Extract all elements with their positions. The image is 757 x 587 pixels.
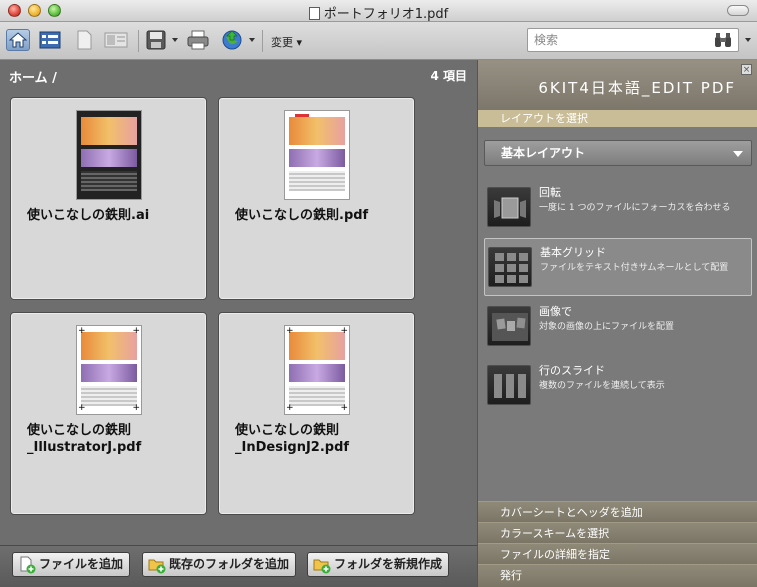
- option-name: 行のスライド: [539, 364, 605, 377]
- new-folder-icon: [313, 559, 331, 574]
- panel-section-label: レイアウトを選択: [478, 110, 757, 127]
- file-card[interactable]: + + + + 使いこなしの鉄則 _IllustratorJ.pdf: [10, 312, 207, 515]
- file-card[interactable]: 使いこなしの鉄則.pdf: [218, 97, 415, 300]
- change-menu-label: 変更: [271, 36, 293, 49]
- home-button[interactable]: [6, 29, 30, 51]
- binoculars-icon[interactable]: [714, 32, 732, 48]
- add-file-button[interactable]: ファイルを追加: [12, 552, 131, 577]
- title-bar: ポートフォリオ1.pdf: [0, 0, 757, 22]
- toolbar-toggle-button[interactable]: [727, 5, 749, 16]
- close-panel-button[interactable]: ×: [741, 64, 752, 75]
- add-existing-folder-button[interactable]: 既存のフォルダを追加: [142, 552, 297, 577]
- change-menu[interactable]: 変更 ▾: [271, 34, 302, 50]
- bottom-bar: ファイルを追加 既存のフォルダを追加 フォルダを新規作成: [0, 545, 477, 587]
- print-icon: [187, 30, 209, 50]
- layout-option-basic-grid[interactable]: 基本グリッド ファイルをテキスト付きサムネールとして配置: [484, 238, 752, 296]
- option-description: 複数のファイルを連続して表示: [539, 381, 665, 391]
- file-card[interactable]: + + + + 使いこなしの鉄則 _InDesignJ2.pdf: [218, 312, 415, 515]
- share-globe-icon: [222, 30, 242, 50]
- layout-option-rotate[interactable]: 回転 一度に 1 つのファイルにフォーカスを合わせる: [484, 179, 752, 237]
- toolbar: 変更 ▾: [0, 22, 757, 60]
- create-folder-label: フォルダを新規作成: [334, 557, 443, 571]
- save-icon: [146, 30, 166, 50]
- file-thumbnail: [284, 110, 350, 200]
- option-name: 基本グリッド: [540, 246, 606, 259]
- layout-select-value: 基本レイアウト: [501, 146, 586, 160]
- file-name: 使いこなしの鉄則 _IllustratorJ.pdf: [27, 423, 142, 455]
- item-count: 4 項目: [430, 69, 467, 83]
- option-description: ファイルをテキスト付きサムネールとして配置: [540, 263, 729, 273]
- window-title-area: ポートフォリオ1.pdf: [0, 3, 757, 22]
- step-add-cover-header[interactable]: カバーシートとヘッダを追加: [478, 501, 757, 522]
- option-name: 画像で: [539, 305, 572, 318]
- layout-panel: 6KIT4日本語_EDIT PDF × レイアウトを選択 基本レイアウト 回転 …: [477, 60, 757, 587]
- file-name: 使いこなしの鉄則.ai: [27, 208, 150, 223]
- option-name: 回転: [539, 186, 561, 199]
- create-folder-button[interactable]: フォルダを新規作成: [307, 552, 450, 577]
- page-view-button[interactable]: [72, 29, 96, 51]
- share-dropdown-caret[interactable]: [249, 38, 255, 42]
- add-file-icon: [20, 556, 36, 574]
- layout-option-on-image[interactable]: 画像で 対象の画像の上にファイルを配置: [484, 298, 752, 356]
- step-file-details[interactable]: ファイルの詳細を指定: [478, 543, 757, 564]
- home-icon: [9, 32, 27, 48]
- search-field[interactable]: [527, 28, 739, 52]
- option-description: 一度に 1 つのファイルにフォーカスを合わせる: [539, 203, 731, 213]
- pdf-document-icon: [308, 7, 320, 20]
- chevron-down-icon: [733, 151, 743, 157]
- window-title: ポートフォリオ1.pdf: [323, 7, 449, 22]
- layout-option-slide-row[interactable]: 行のスライド 複数のファイルを連続して表示: [484, 357, 752, 415]
- file-name: 使いこなしの鉄則 _InDesignJ2.pdf: [235, 423, 350, 455]
- save-button[interactable]: [144, 29, 168, 51]
- file-card[interactable]: 使いこなしの鉄則.ai: [10, 97, 207, 300]
- print-button[interactable]: [186, 29, 210, 51]
- save-dropdown-caret[interactable]: [172, 38, 178, 42]
- step-color-scheme[interactable]: カラースキームを選択: [478, 522, 757, 543]
- option-description: 対象の画像の上にファイルを配置: [539, 322, 675, 332]
- breadcrumb[interactable]: ホーム /: [9, 67, 57, 86]
- details-view-icon: [39, 31, 61, 49]
- file-thumbnail: [76, 110, 142, 200]
- toolbar-separator: [138, 30, 139, 52]
- details-view-button[interactable]: [38, 29, 62, 51]
- add-file-label: ファイルを追加: [39, 557, 124, 571]
- panel-header: 6KIT4日本語_EDIT PDF ×: [478, 60, 757, 110]
- layout-select[interactable]: 基本レイアウト: [484, 140, 752, 166]
- share-button[interactable]: [220, 29, 244, 51]
- card-view-button[interactable]: [104, 29, 128, 51]
- step-publish[interactable]: 発行: [478, 564, 757, 587]
- add-existing-folder-label: 既存のフォルダを追加: [169, 557, 290, 571]
- card-view-icon: [104, 32, 128, 48]
- folder-add-icon: [148, 559, 166, 574]
- slide-row-layout-icon: [487, 365, 531, 405]
- search-options-caret[interactable]: [745, 38, 751, 42]
- portfolio-content-area: ホーム / 4 項目 使いこなしの鉄則.ai 使いこなしの鉄則.pdf + + +…: [0, 60, 477, 545]
- panel-title: 6KIT4日本語_EDIT PDF: [538, 79, 736, 97]
- grid-layout-icon: [488, 247, 532, 287]
- file-thumbnail: + + + +: [76, 325, 142, 415]
- file-thumbnail: + + + +: [284, 325, 350, 415]
- page-icon: [77, 30, 92, 50]
- toolbar-separator: [262, 30, 263, 52]
- rotate-layout-icon: [487, 187, 531, 227]
- file-name: 使いこなしの鉄則.pdf: [235, 208, 369, 223]
- search-input[interactable]: [534, 30, 704, 50]
- image-layout-icon: [487, 306, 531, 346]
